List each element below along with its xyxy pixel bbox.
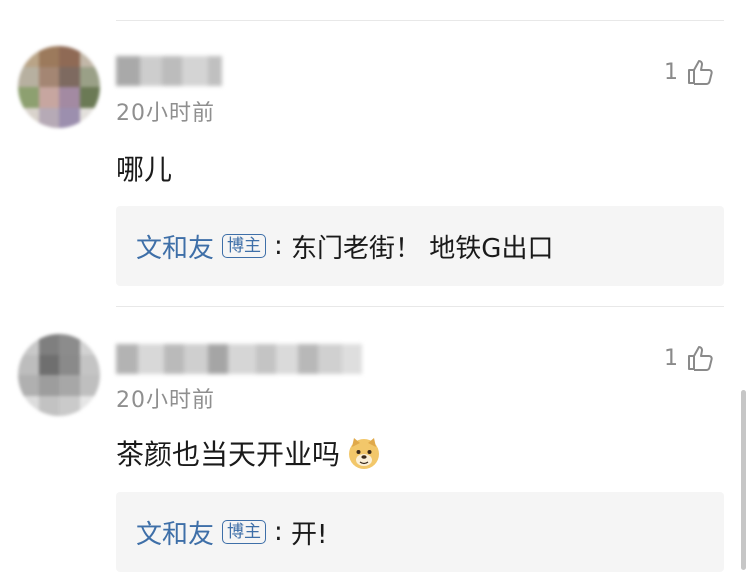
thumbs-up-icon — [688, 346, 713, 371]
reply-author[interactable]: 文和友 — [136, 514, 214, 551]
like-count: 1 — [664, 345, 678, 371]
reply-author[interactable]: 文和友 — [136, 228, 214, 265]
scrollbar[interactable] — [741, 390, 746, 570]
comment-text-content: 茶颜也当天开业吗 — [116, 438, 341, 471]
comment-time: 20小时前 — [116, 101, 215, 126]
username-blurred[interactable] — [116, 56, 222, 86]
author-badge: 博主 — [222, 234, 267, 258]
reply-text: 开! — [291, 519, 328, 550]
comment-text-content: 哪儿 — [116, 153, 173, 186]
like-button[interactable]: 1 — [664, 344, 714, 372]
avatar[interactable] — [18, 46, 100, 128]
username-blurred[interactable] — [116, 344, 362, 374]
doge-emoji — [349, 438, 380, 469]
top-divider — [116, 20, 724, 21]
like-button[interactable]: 1 — [664, 58, 714, 86]
reply-box[interactable]: 文和友 博主 : 开! — [116, 492, 724, 572]
reply-text: 东门老街！ 地铁G出口 — [291, 233, 554, 264]
author-badge: 博主 — [222, 520, 267, 544]
comment-time: 20小时前 — [116, 388, 215, 413]
like-count: 1 — [664, 59, 678, 85]
comment-text: 茶颜也当天开业吗 — [116, 433, 382, 473]
comment-divider — [116, 306, 724, 307]
reply-colon: : — [274, 231, 292, 261]
avatar[interactable] — [18, 334, 100, 416]
thumbs-up-icon — [688, 60, 713, 85]
reply-colon: : — [274, 517, 292, 547]
reply-box[interactable]: 文和友 博主 : 东门老街！ 地铁G出口 — [116, 206, 724, 286]
comment-text: 哪儿 — [116, 148, 172, 188]
